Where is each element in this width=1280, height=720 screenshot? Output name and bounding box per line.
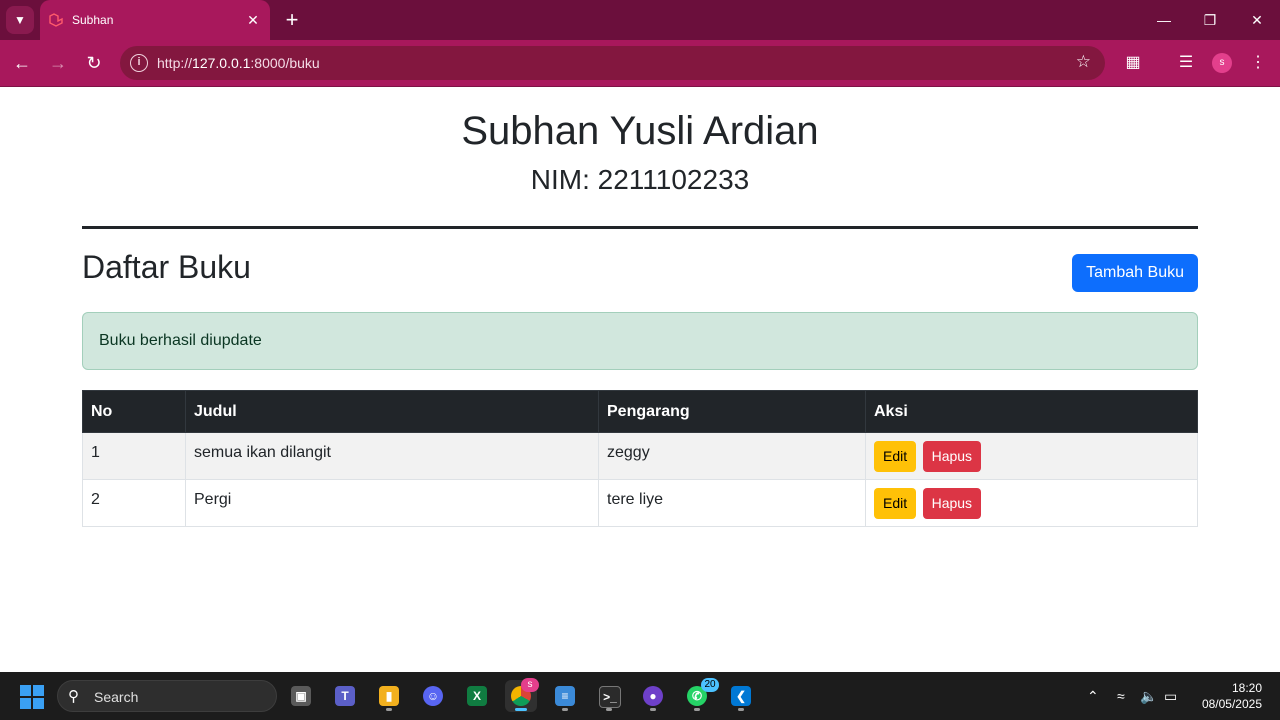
page-title: Daftar Buku [82,249,251,285]
active-tab[interactable]: Subhan ✕ [40,0,270,40]
chevron-up-icon[interactable]: ⌃ [1087,688,1099,705]
alert-message: Buku berhasil diupdate [99,332,262,349]
tab-title: Subhan [72,13,114,27]
column-header-no: No [82,390,186,433]
close-tab-icon[interactable]: ✕ [244,11,262,29]
books-table: No Judul Pengarang Aksi 1 semua ikan dil… [82,390,1198,527]
task-view-icon[interactable]: ▣ [285,680,317,712]
cell-no: 2 [82,479,186,527]
bookmark-star-icon[interactable]: ☆ [1076,52,1091,72]
restore-button[interactable]: ❐ [1187,8,1233,32]
windows-start-icon[interactable] [20,685,44,709]
column-header-aksi: Aksi [865,390,1198,433]
divider [82,226,1198,229]
extensions-icon[interactable]: ▦ [1122,52,1144,74]
laravel-favicon-icon [49,13,63,27]
clock-time: 18:20 [1231,681,1262,695]
wifi-icon[interactable]: ≈ [1117,688,1125,704]
delete-button[interactable]: Hapus [922,488,982,519]
cell-aksi: Edit Hapus [865,479,1198,527]
battery-icon[interactable]: ▭ [1164,688,1177,705]
edit-button[interactable]: Edit [874,488,917,519]
cell-judul: semua ikan dilangit [185,432,599,480]
back-button[interactable]: ← [10,51,34,75]
whatsapp-unread-badge: 20 [701,678,719,692]
address-bar[interactable]: i http://127.0.0.1:8000/buku ☆ [120,46,1105,80]
delete-button[interactable]: Hapus [922,441,982,472]
file-explorer-icon[interactable]: ▮ [373,680,405,712]
reload-button[interactable]: ↻ [82,51,106,75]
forward-button[interactable]: → [46,51,70,75]
success-alert: Buku berhasil diupdate [82,312,1198,370]
terminal-icon[interactable]: >_ [593,680,625,712]
teams-icon[interactable]: T [329,680,361,712]
profile-avatar[interactable]: s [1212,53,1232,73]
taskbar-search[interactable]: ⚲ Search [57,680,277,712]
volume-icon[interactable]: 🔈 [1140,688,1157,705]
cell-pengarang: tere liye [598,479,866,527]
whatsapp-icon[interactable]: ✆ 20 [681,678,719,712]
menu-kebab-icon[interactable]: ⋮ [1247,52,1269,74]
taskbar: ⚲ Search ▣ T ▮ ☺ X s ≡ >_ ● ✆ 20 ❮ ⌃ ≈ 🔈… [0,672,1280,720]
add-book-button[interactable]: Tambah Buku [1072,254,1198,292]
edit-button[interactable]: Edit [874,441,917,472]
cell-pengarang: zeggy [598,432,866,480]
url-text: http://127.0.0.1:8000/buku [157,55,320,71]
site-info-icon[interactable]: i [130,54,148,72]
clock-date: 08/05/2025 [1201,697,1262,711]
cell-no: 1 [82,432,186,480]
table-header-row: No Judul Pengarang Aksi [82,390,1198,433]
cell-judul: Pergi [185,479,599,527]
browser-tab-bar: ▼ Subhan ✕ + — ❐ ✕ [0,0,1280,40]
table-row: 1 semua ikan dilangit zeggy Edit Hapus [82,432,1198,480]
browser-toolbar: ← → ↻ i http://127.0.0.1:8000/buku ☆ ▦ ☰… [0,40,1280,87]
vscode-icon[interactable]: ❮ [725,680,757,712]
search-icon: ⚲ [68,688,79,705]
student-nim: NIM: 2211102233 [530,164,750,195]
close-window-button[interactable]: ✕ [1234,8,1280,32]
tab-search-button[interactable]: ▼ [6,6,34,34]
github-desktop-icon[interactable]: ● [637,680,669,712]
column-header-judul: Judul [185,390,599,433]
search-label: Search [94,689,139,705]
notepad-icon[interactable]: ≡ [549,680,581,712]
cell-aksi: Edit Hapus [865,432,1198,480]
table-row: 2 Pergi tere liye Edit Hapus [82,479,1198,527]
system-clock[interactable]: 18:20 08/05/2025 [1202,680,1262,712]
excel-icon[interactable]: X [461,680,493,712]
media-control-icon[interactable]: ☰ [1175,52,1197,74]
discord-icon[interactable]: ☺ [417,680,449,712]
student-name: Subhan Yusli Ardian [461,109,819,153]
chrome-profile-badge: s [521,678,539,692]
column-header-pengarang: Pengarang [598,390,866,433]
chrome-icon[interactable]: s [505,678,539,712]
minimize-button[interactable]: — [1141,8,1187,32]
chevron-down-icon: ▼ [14,13,26,27]
new-tab-button[interactable]: + [282,9,302,31]
